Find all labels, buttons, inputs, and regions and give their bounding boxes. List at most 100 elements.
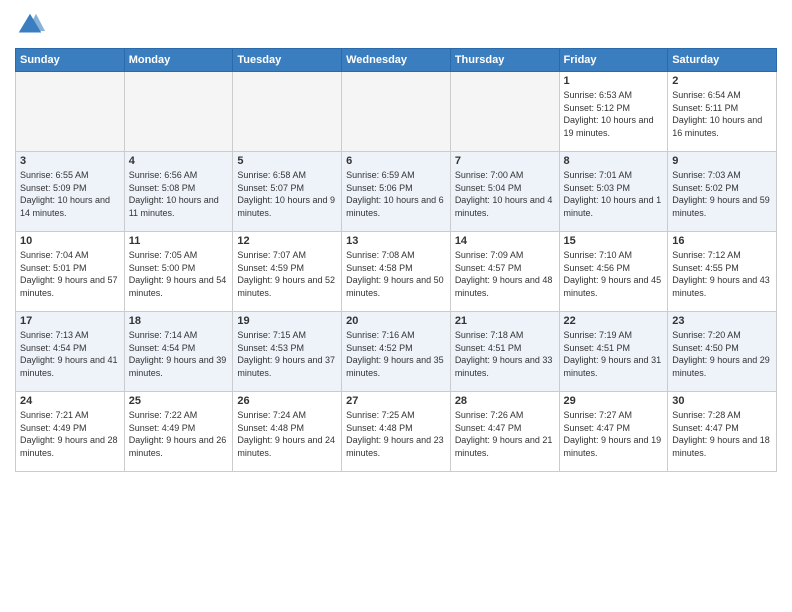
day-number: 3 [20, 155, 120, 167]
day-info: Sunrise: 7:10 AM Sunset: 4:56 PM Dayligh… [564, 249, 664, 299]
day-info: Sunrise: 7:09 AM Sunset: 4:57 PM Dayligh… [455, 249, 555, 299]
calendar-week-3: 10 Sunrise: 7:04 AM Sunset: 5:01 PM Dayli… [16, 232, 777, 312]
day-number: 4 [129, 155, 229, 167]
day-number: 6 [346, 155, 446, 167]
day-number: 15 [564, 235, 664, 247]
day-info: Sunrise: 7:16 AM Sunset: 4:52 PM Dayligh… [346, 329, 446, 379]
day-number: 9 [672, 155, 772, 167]
day-number: 2 [672, 75, 772, 87]
day-header-monday: Monday [124, 49, 233, 72]
calendar-week-5: 24 Sunrise: 7:21 AM Sunset: 4:49 PM Dayli… [16, 392, 777, 472]
calendar-cell: 24 Sunrise: 7:21 AM Sunset: 4:49 PM Dayli… [16, 392, 125, 472]
calendar-cell: 19Sunrise: 7:15 AM Sunset: 4:53 PM Dayli… [233, 312, 342, 392]
day-header-saturday: Saturday [668, 49, 777, 72]
calendar-cell: 27Sunrise: 7:25 AM Sunset: 4:48 PM Dayli… [342, 392, 451, 472]
calendar-cell: 6 Sunrise: 6:59 AM Sunset: 5:06 PM Daylig… [342, 152, 451, 232]
day-info: Sunrise: 7:24 AM Sunset: 4:48 PM Dayligh… [237, 409, 337, 459]
calendar-cell [450, 72, 559, 152]
day-info: Sunrise: 7:04 AM Sunset: 5:01 PM Dayligh… [20, 249, 120, 299]
calendar-cell: 10 Sunrise: 7:04 AM Sunset: 5:01 PM Dayli… [16, 232, 125, 312]
calendar-cell: 13Sunrise: 7:08 AM Sunset: 4:58 PM Dayli… [342, 232, 451, 312]
page-header [15, 10, 777, 40]
day-number: 8 [564, 155, 664, 167]
logo-icon [15, 10, 45, 40]
day-number: 16 [672, 235, 772, 247]
day-header-sunday: Sunday [16, 49, 125, 72]
day-info: Sunrise: 6:55 AM Sunset: 5:09 PM Dayligh… [20, 169, 120, 219]
calendar-cell: 21Sunrise: 7:18 AM Sunset: 4:51 PM Dayli… [450, 312, 559, 392]
calendar-cell: 12 Sunrise: 7:07 AM Sunset: 4:59 PM Dayli… [233, 232, 342, 312]
day-number: 12 [237, 235, 337, 247]
day-info: Sunrise: 7:19 AM Sunset: 4:51 PM Dayligh… [564, 329, 664, 379]
calendar-cell: 17 Sunrise: 7:13 AM Sunset: 4:54 PM Dayli… [16, 312, 125, 392]
day-info: Sunrise: 6:54 AM Sunset: 5:11 PM Dayligh… [672, 89, 772, 139]
day-info: Sunrise: 7:00 AM Sunset: 5:04 PM Dayligh… [455, 169, 555, 219]
calendar-header-row: SundayMondayTuesdayWednesdayThursdayFrid… [16, 49, 777, 72]
day-info: Sunrise: 7:27 AM Sunset: 4:47 PM Dayligh… [564, 409, 664, 459]
day-info: Sunrise: 7:14 AM Sunset: 4:54 PM Dayligh… [129, 329, 229, 379]
day-info: Sunrise: 7:12 AM Sunset: 4:55 PM Dayligh… [672, 249, 772, 299]
day-number: 7 [455, 155, 555, 167]
day-number: 22 [564, 315, 664, 327]
calendar-cell [124, 72, 233, 152]
day-number: 11 [129, 235, 229, 247]
day-number: 20 [346, 315, 446, 327]
day-number: 13 [346, 235, 446, 247]
day-number: 17 [20, 315, 120, 327]
calendar-week-4: 17 Sunrise: 7:13 AM Sunset: 4:54 PM Dayli… [16, 312, 777, 392]
calendar-cell: 7 Sunrise: 7:00 AM Sunset: 5:04 PM Daylig… [450, 152, 559, 232]
calendar-cell: 20 Sunrise: 7:16 AM Sunset: 4:52 PM Dayli… [342, 312, 451, 392]
calendar-week-2: 3 Sunrise: 6:55 AM Sunset: 5:09 PM Daylig… [16, 152, 777, 232]
day-info: Sunrise: 6:58 AM Sunset: 5:07 PM Dayligh… [237, 169, 337, 219]
day-info: Sunrise: 7:20 AM Sunset: 4:50 PM Dayligh… [672, 329, 772, 379]
day-info: Sunrise: 7:01 AM Sunset: 5:03 PM Dayligh… [564, 169, 664, 219]
day-info: Sunrise: 6:53 AM Sunset: 5:12 PM Dayligh… [564, 89, 664, 139]
day-info: Sunrise: 7:28 AM Sunset: 4:47 PM Dayligh… [672, 409, 772, 459]
day-info: Sunrise: 7:22 AM Sunset: 4:49 PM Dayligh… [129, 409, 229, 459]
calendar-cell: 23Sunrise: 7:20 AM Sunset: 4:50 PM Dayli… [668, 312, 777, 392]
calendar-cell: 8 Sunrise: 7:01 AM Sunset: 5:03 PM Daylig… [559, 152, 668, 232]
day-info: Sunrise: 6:59 AM Sunset: 5:06 PM Dayligh… [346, 169, 446, 219]
day-info: Sunrise: 7:26 AM Sunset: 4:47 PM Dayligh… [455, 409, 555, 459]
calendar-cell: 15 Sunrise: 7:10 AM Sunset: 4:56 PM Dayli… [559, 232, 668, 312]
day-number: 25 [129, 395, 229, 407]
calendar-cell: 26 Sunrise: 7:24 AM Sunset: 4:48 PM Dayli… [233, 392, 342, 472]
calendar-cell [16, 72, 125, 152]
day-number: 21 [455, 315, 555, 327]
day-info: Sunrise: 7:21 AM Sunset: 4:49 PM Dayligh… [20, 409, 120, 459]
day-number: 26 [237, 395, 337, 407]
calendar-cell: 28 Sunrise: 7:26 AM Sunset: 4:47 PM Dayli… [450, 392, 559, 472]
day-info: Sunrise: 6:56 AM Sunset: 5:08 PM Dayligh… [129, 169, 229, 219]
logo [15, 10, 49, 40]
day-header-friday: Friday [559, 49, 668, 72]
calendar-cell: 11 Sunrise: 7:05 AM Sunset: 5:00 PM Dayli… [124, 232, 233, 312]
day-header-tuesday: Tuesday [233, 49, 342, 72]
day-number: 30 [672, 395, 772, 407]
day-number: 1 [564, 75, 664, 87]
calendar-cell: 9 Sunrise: 7:03 AM Sunset: 5:02 PM Daylig… [668, 152, 777, 232]
day-number: 18 [129, 315, 229, 327]
calendar-cell: 1 Sunrise: 6:53 AM Sunset: 5:12 PM Daylig… [559, 72, 668, 152]
calendar-cell: 22 Sunrise: 7:19 AM Sunset: 4:51 PM Dayli… [559, 312, 668, 392]
day-number: 5 [237, 155, 337, 167]
day-info: Sunrise: 7:13 AM Sunset: 4:54 PM Dayligh… [20, 329, 120, 379]
day-header-wednesday: Wednesday [342, 49, 451, 72]
calendar-cell: 30 Sunrise: 7:28 AM Sunset: 4:47 PM Dayli… [668, 392, 777, 472]
calendar-cell: 25 Sunrise: 7:22 AM Sunset: 4:49 PM Dayli… [124, 392, 233, 472]
calendar-cell: 2 Sunrise: 6:54 AM Sunset: 5:11 PM Daylig… [668, 72, 777, 152]
page-container: SundayMondayTuesdayWednesdayThursdayFrid… [0, 0, 792, 482]
day-info: Sunrise: 7:05 AM Sunset: 5:00 PM Dayligh… [129, 249, 229, 299]
day-number: 10 [20, 235, 120, 247]
calendar-cell [342, 72, 451, 152]
day-number: 29 [564, 395, 664, 407]
day-number: 28 [455, 395, 555, 407]
calendar-week-1: 1 Sunrise: 6:53 AM Sunset: 5:12 PM Daylig… [16, 72, 777, 152]
day-info: Sunrise: 7:03 AM Sunset: 5:02 PM Dayligh… [672, 169, 772, 219]
calendar-cell: 16 Sunrise: 7:12 AM Sunset: 4:55 PM Dayli… [668, 232, 777, 312]
day-number: 24 [20, 395, 120, 407]
day-info: Sunrise: 7:07 AM Sunset: 4:59 PM Dayligh… [237, 249, 337, 299]
day-info: Sunrise: 7:15 AM Sunset: 4:53 PM Dayligh… [237, 329, 337, 379]
day-number: 14 [455, 235, 555, 247]
calendar-cell: 4 Sunrise: 6:56 AM Sunset: 5:08 PM Daylig… [124, 152, 233, 232]
day-header-thursday: Thursday [450, 49, 559, 72]
